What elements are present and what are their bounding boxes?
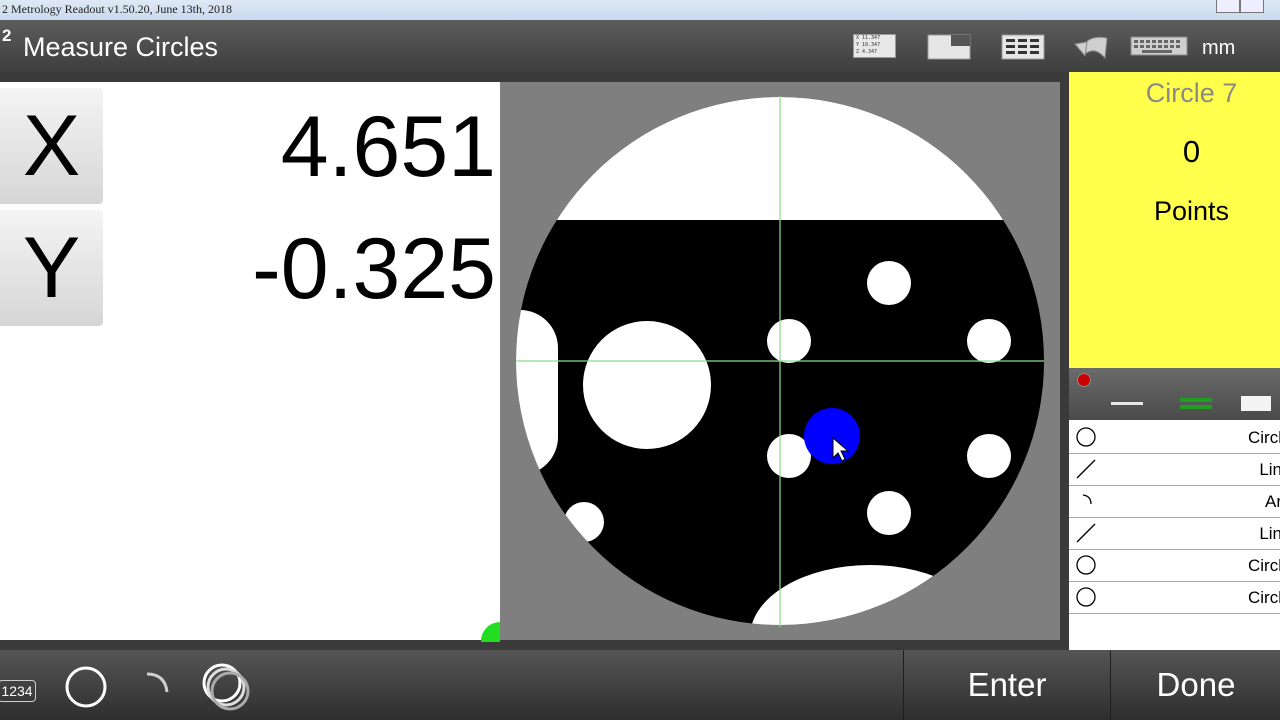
circle-icon — [1076, 587, 1096, 607]
table-view-icon[interactable] — [1001, 34, 1045, 65]
single-line-icon[interactable] — [1111, 402, 1143, 405]
circle-icon — [1076, 427, 1096, 447]
circle-tool-icon — [65, 666, 107, 708]
arc-tool-icon — [146, 672, 169, 693]
readout-layout-icon[interactable]: X 11.347 Y 10.347 Z 4.347 — [853, 34, 896, 58]
step-number: 2 — [2, 26, 12, 45]
minimize-button[interactable] — [1216, 0, 1240, 13]
axis-y-button[interactable]: Y — [0, 210, 103, 326]
enter-button[interactable]: Enter — [903, 650, 1110, 720]
concentric-circles-icon — [202, 663, 250, 711]
feature-list-item[interactable]: Lin — [1069, 454, 1280, 486]
feature-list-label: Circl — [1248, 428, 1280, 447]
feature-list-label: Lin — [1259, 460, 1280, 479]
feature-list-toolbar — [1069, 368, 1280, 420]
feature-list-item[interactable]: Circl — [1069, 582, 1280, 614]
axis-x-button[interactable]: X — [0, 88, 103, 204]
feature-list-item[interactable]: Circl — [1069, 422, 1280, 454]
window-layout-icon[interactable] — [927, 34, 971, 65]
page-title: Measure Circles — [23, 32, 219, 62]
window-title-bar: 2 Metrology Readout v1.50.20, June 13th,… — [0, 0, 1280, 20]
line-icon — [1076, 459, 1096, 479]
axis-y-value: -0.325 — [252, 221, 496, 317]
record-indicator — [1077, 373, 1091, 387]
axis-x-value: 4.651 — [280, 99, 496, 195]
maximize-button[interactable] — [1240, 0, 1264, 13]
done-button[interactable]: Done — [1110, 650, 1280, 720]
mini-readout-x: X 11.347 — [856, 35, 881, 41]
feature-list-label: Ar — [1265, 492, 1280, 511]
measure-concentric-button[interactable] — [200, 660, 260, 717]
feature-list-label: Circl — [1248, 588, 1280, 607]
feature-list-item[interactable]: Ar — [1069, 486, 1280, 518]
feature-list-label: Circl — [1248, 556, 1280, 575]
circle-icon — [1076, 555, 1096, 575]
keyboard-icon[interactable] — [1130, 36, 1188, 63]
measure-circle-button[interactable] — [64, 665, 108, 714]
feature-name: Circle 7 — [1145, 78, 1238, 108]
camera-image[interactable] — [500, 82, 1060, 640]
mini-readout-y: Y 10.347 — [856, 42, 881, 48]
unit-toggle[interactable]: mm — [1202, 37, 1235, 60]
mini-readout-z: Z 4.347 — [856, 49, 878, 55]
point-count: 0 — [1182, 134, 1201, 169]
line-icon — [1076, 523, 1096, 543]
dro-panel: X 4.651 Y -0.325 — [0, 82, 500, 642]
window-title: 2 Metrology Readout v1.50.20, June 13th,… — [2, 2, 232, 16]
feature-list-panel: Circl Lin Ar Lin Circl Circl — [1069, 368, 1280, 650]
point-count-label: Points — [1153, 196, 1230, 226]
edge-probe-cursor — [804, 408, 860, 464]
undo-icon[interactable] — [1073, 30, 1115, 67]
block-icon[interactable] — [1241, 396, 1271, 411]
camera-viewport[interactable] — [500, 82, 1060, 640]
arc-icon — [1082, 494, 1092, 505]
app-header: 2 Measure Circles X 11.347 Y 10.347 Z 4.… — [0, 20, 1280, 72]
feature-list-item[interactable]: Lin — [1069, 518, 1280, 550]
double-line-icon[interactable] — [1180, 396, 1212, 410]
feature-list-label: Lin — [1259, 524, 1280, 543]
measure-arc-button[interactable] — [141, 668, 175, 707]
feature-card: Circle 7 0 Points — [1069, 72, 1280, 368]
bottom-toolbar: 1234 Enter Done — [0, 650, 1280, 720]
keypad-button[interactable]: 1234 — [0, 680, 36, 702]
feature-list-item[interactable]: Circl — [1069, 550, 1280, 582]
keypad-label: 1234 — [1, 683, 33, 699]
